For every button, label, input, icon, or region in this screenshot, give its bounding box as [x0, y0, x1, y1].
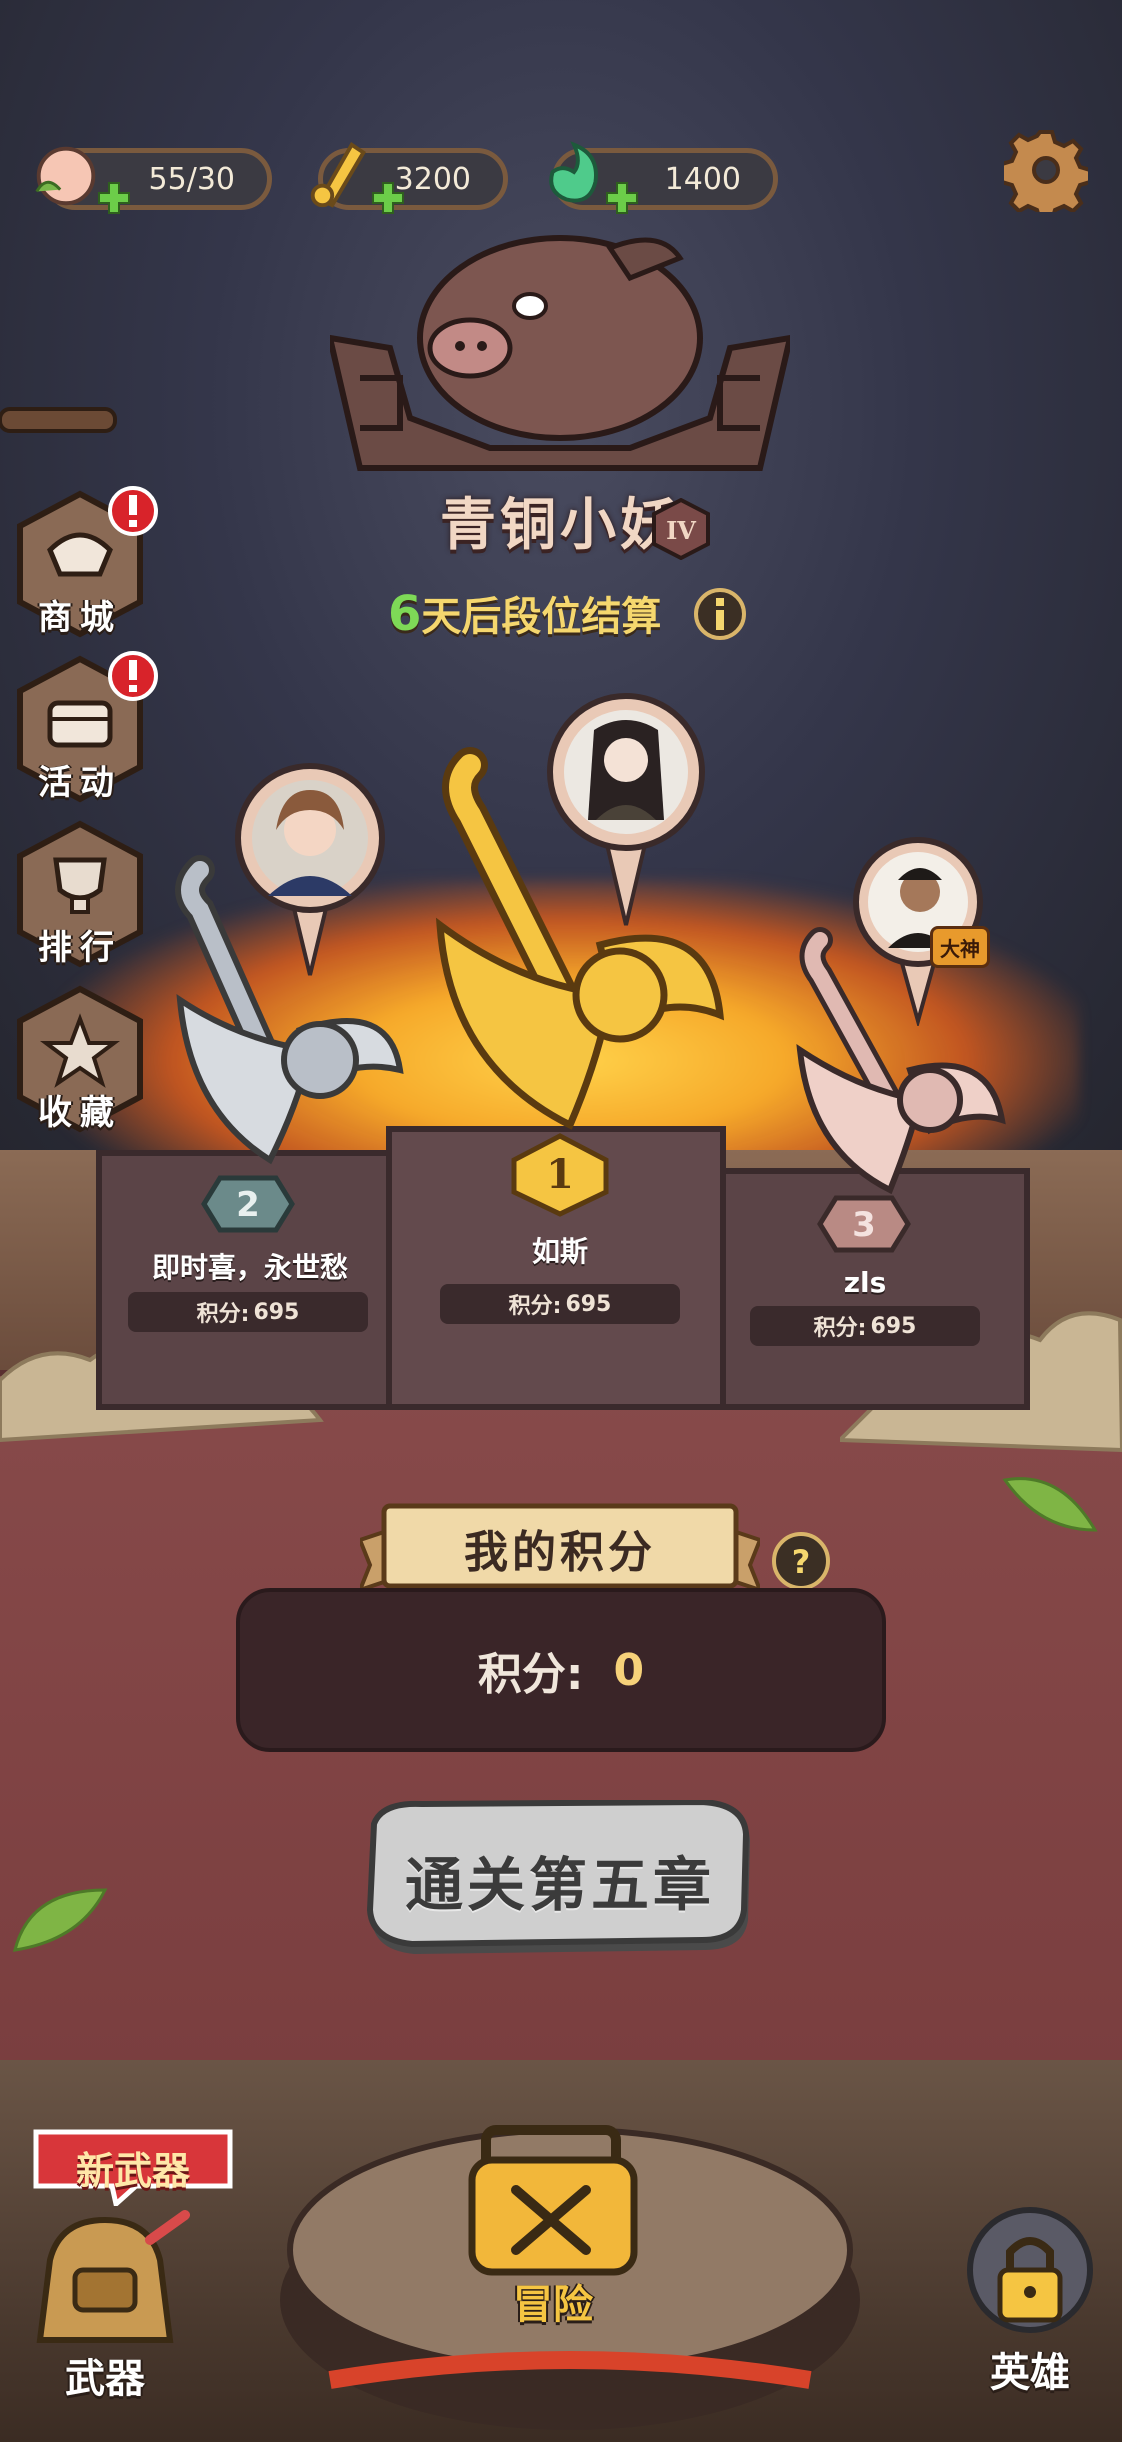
- leaf-icon: [12, 1888, 108, 1952]
- rank-badge-third: 3: [817, 1195, 911, 1253]
- svg-text:3: 3: [852, 1205, 876, 1245]
- svg-text:2: 2: [236, 1185, 260, 1225]
- info-icon[interactable]: [692, 586, 748, 642]
- my-score-label: 积分:: [477, 1649, 584, 1700]
- side-menu-hanger: [0, 407, 117, 433]
- settlement-label: 天后段位结算: [421, 594, 662, 640]
- add-stamina-icon[interactable]: [97, 181, 131, 215]
- side-menu-events-label: 活动: [38, 763, 122, 803]
- avatar-second[interactable]: [232, 760, 388, 980]
- chapter-goal-label[interactable]: 通关第五章: [364, 1838, 756, 1922]
- rank-emblem-boar-icon: [330, 235, 790, 471]
- score-value: 695: [870, 1313, 917, 1339]
- notification-badge-icon: [108, 651, 158, 701]
- leaf-icon: [1002, 1477, 1098, 1532]
- rank-badge-first: 1: [511, 1133, 609, 1217]
- rank-level-text: IV: [666, 516, 696, 545]
- avatar-first[interactable]: [544, 690, 708, 930]
- side-menu-ranking-label: 排行: [38, 928, 122, 968]
- rank-level-badge: IV: [652, 498, 710, 560]
- peach-icon: [35, 146, 96, 206]
- svg-text:1: 1: [546, 1151, 574, 1198]
- scroll-value: 3200: [394, 161, 471, 197]
- jade-value: 1400: [664, 161, 741, 197]
- score-label: 积分:: [196, 1302, 250, 1327]
- jade-icon: [549, 141, 598, 203]
- side-menu-collection-label: 收藏: [38, 1093, 122, 1133]
- score-third: 积分: 695: [750, 1306, 980, 1346]
- rank-badge-second: 2: [201, 1175, 295, 1233]
- score-value: 695: [253, 1299, 300, 1325]
- add-scroll-icon[interactable]: [371, 181, 405, 215]
- stamina-counter[interactable]: 55/30: [35, 146, 272, 214]
- player-name-second: 即时喜，永世愁: [151, 1251, 348, 1284]
- my-score-value: 0: [613, 1644, 645, 1696]
- score-value: 695: [565, 1291, 612, 1317]
- score-label: 积分:: [813, 1316, 867, 1341]
- side-menu-shop-button[interactable]: 商城: [10, 486, 158, 640]
- backpack-icon[interactable]: [20, 2210, 190, 2360]
- player-name-first: 如斯: [531, 1235, 588, 1268]
- nav-weapon-label[interactable]: 武器: [20, 2346, 190, 2404]
- add-jade-icon[interactable]: [605, 181, 639, 215]
- my-score-box: 积分: 0: [236, 1588, 886, 1752]
- player-name-third: zls: [843, 1266, 887, 1299]
- side-menu-collection-button[interactable]: 收藏: [10, 985, 150, 1135]
- scroll-icon: [310, 141, 367, 208]
- settings-gear-icon[interactable]: [1004, 128, 1088, 212]
- stamina-value: 55/30: [148, 161, 235, 197]
- nav-hero-label[interactable]: 英雄: [950, 2340, 1110, 2398]
- side-menu-shop-label: 商城: [38, 598, 122, 638]
- settlement-countdown: 6天后段位结算: [388, 584, 748, 648]
- new-weapon-badge-text: 新武器: [75, 2149, 190, 2193]
- jade-counter[interactable]: 1400: [549, 141, 778, 214]
- score-first: 积分: 695: [440, 1284, 680, 1324]
- side-menu-ranking-button[interactable]: 排行: [10, 820, 150, 970]
- settlement-days: 6: [388, 586, 422, 642]
- locked-hero-icon[interactable]: [950, 2200, 1110, 2360]
- score-label: 积分:: [508, 1294, 562, 1319]
- adventure-chest-icon[interactable]: [466, 2120, 640, 2280]
- nav-adventure-label[interactable]: 冒险: [466, 2272, 640, 2330]
- help-icon[interactable]: ?: [770, 1530, 832, 1592]
- notification-badge-icon: [108, 486, 158, 536]
- score-second: 积分: 695: [128, 1292, 368, 1332]
- my-score-title: 我的积分: [464, 1527, 656, 1578]
- master-tag: 大神: [930, 926, 990, 968]
- side-menu-events-button[interactable]: 活动: [10, 651, 158, 805]
- svg-text:?: ?: [792, 1543, 811, 1581]
- scroll-counter[interactable]: 3200: [310, 141, 508, 214]
